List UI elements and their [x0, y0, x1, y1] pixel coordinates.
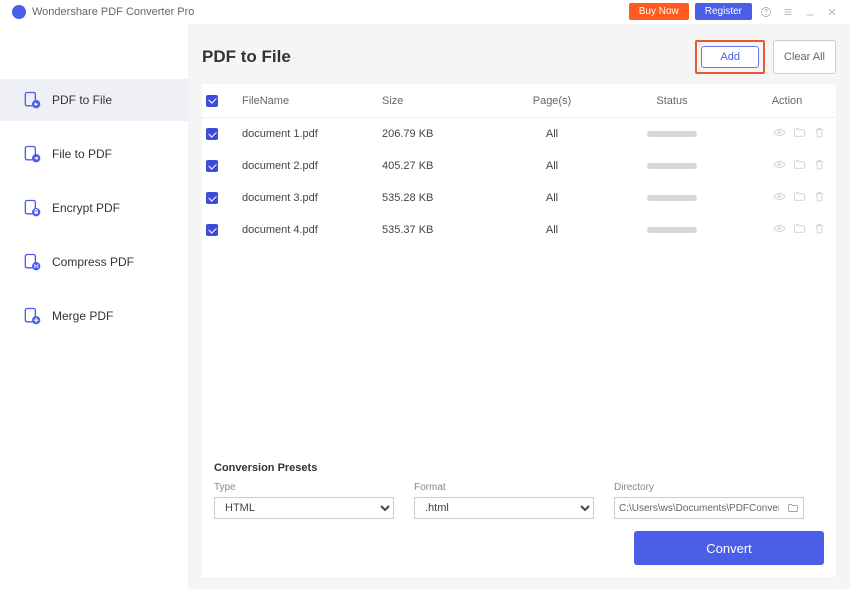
cell-status [602, 224, 742, 236]
sidebar-item-file-to-pdf[interactable]: File to PDF [0, 133, 188, 175]
sidebar-item-label: File to PDF [52, 147, 112, 161]
cell-actions [742, 190, 832, 206]
encrypt-pdf-icon [22, 198, 42, 218]
cell-size: 535.37 KB [382, 224, 502, 236]
cell-filename: document 2.pdf [242, 160, 382, 172]
type-label: Type [214, 482, 394, 493]
sidebar-item-label: Merge PDF [52, 309, 113, 323]
merge-pdf-icon [22, 306, 42, 326]
delete-icon[interactable] [813, 158, 826, 174]
sidebar-item-label: PDF to File [52, 93, 112, 107]
pdf-to-file-icon [22, 90, 42, 110]
add-highlight: Add [695, 40, 765, 74]
titlebar-controls: Buy Now Register [629, 3, 840, 20]
row-checkbox[interactable] [206, 192, 218, 204]
cell-status [602, 192, 742, 204]
table-row: document 1.pdf206.79 KBAll [202, 118, 836, 150]
open-folder-icon[interactable] [793, 222, 806, 238]
preview-icon[interactable] [773, 158, 786, 174]
sidebar-item-compress-pdf[interactable]: Compress PDF [0, 241, 188, 283]
sidebar-item-encrypt-pdf[interactable]: Encrypt PDF [0, 187, 188, 229]
browse-folder-icon[interactable] [783, 502, 803, 514]
menu-icon[interactable] [780, 4, 796, 20]
col-status: Status [602, 95, 742, 107]
row-checkbox[interactable] [206, 160, 218, 172]
cell-actions [742, 222, 832, 238]
row-checkbox[interactable] [206, 128, 218, 140]
sidebar-item-pdf-to-file[interactable]: PDF to File [0, 79, 188, 121]
col-action: Action [742, 95, 832, 107]
cell-size: 535.28 KB [382, 192, 502, 204]
register-button[interactable]: Register [695, 3, 752, 20]
file-to-pdf-icon [22, 144, 42, 164]
minimize-icon[interactable] [802, 4, 818, 20]
table-row: document 4.pdf535.37 KBAll [202, 214, 836, 246]
cell-pages: All [502, 192, 602, 204]
cell-size: 405.27 KB [382, 160, 502, 172]
app-logo-icon [12, 5, 26, 19]
cell-status [602, 128, 742, 140]
open-folder-icon[interactable] [793, 158, 806, 174]
cell-actions [742, 158, 832, 174]
row-checkbox[interactable] [206, 224, 218, 236]
table-row: document 3.pdf535.28 KBAll [202, 182, 836, 214]
cell-filename: document 3.pdf [242, 192, 382, 204]
sidebar-item-label: Compress PDF [52, 255, 134, 269]
cell-pages: All [502, 160, 602, 172]
col-filename: FileName [242, 95, 382, 107]
presets-title: Conversion Presets [214, 462, 824, 474]
clear-all-button[interactable]: Clear All [773, 40, 836, 74]
cell-pages: All [502, 128, 602, 140]
sidebar-item-label: Encrypt PDF [52, 201, 120, 215]
preview-icon[interactable] [773, 222, 786, 238]
compress-pdf-icon [22, 252, 42, 272]
buy-now-button[interactable]: Buy Now [629, 3, 689, 20]
cell-filename: document 1.pdf [242, 128, 382, 140]
sidebar-item-merge-pdf[interactable]: Merge PDF [0, 295, 188, 337]
select-all-checkbox[interactable] [206, 95, 218, 107]
delete-icon[interactable] [813, 222, 826, 238]
add-button[interactable]: Add [701, 46, 759, 68]
main-panel: PDF to File Add Clear All FileName Size … [188, 24, 850, 589]
cell-status [602, 160, 742, 172]
cell-actions [742, 126, 832, 142]
format-label: Format [414, 482, 594, 493]
open-folder-icon[interactable] [793, 126, 806, 142]
titlebar: Wondershare PDF Converter Pro Buy Now Re… [0, 0, 850, 24]
open-folder-icon[interactable] [793, 190, 806, 206]
table-row: document 2.pdf405.27 KBAll [202, 150, 836, 182]
format-select[interactable]: .html [414, 497, 594, 519]
convert-button[interactable]: Convert [634, 531, 824, 565]
conversion-presets: Conversion Presets Type HTML Format .htm… [202, 452, 836, 577]
directory-input[interactable] [615, 503, 783, 514]
delete-icon[interactable] [813, 126, 826, 142]
sidebar: PDF to File File to PDF Encrypt PDF Comp… [0, 24, 188, 589]
type-select[interactable]: HTML [214, 497, 394, 519]
table-header: FileName Size Page(s) Status Action [202, 84, 836, 118]
col-size: Size [382, 95, 502, 107]
app-title: Wondershare PDF Converter Pro [32, 6, 194, 18]
close-icon[interactable] [824, 4, 840, 20]
preview-icon[interactable] [773, 190, 786, 206]
file-table: FileName Size Page(s) Status Action docu… [202, 84, 836, 577]
preview-icon[interactable] [773, 126, 786, 142]
page-title: PDF to File [202, 47, 291, 67]
col-pages: Page(s) [502, 95, 602, 107]
help-icon[interactable] [758, 4, 774, 20]
cell-pages: All [502, 224, 602, 236]
directory-label: Directory [614, 482, 804, 493]
cell-filename: document 4.pdf [242, 224, 382, 236]
delete-icon[interactable] [813, 190, 826, 206]
cell-size: 206.79 KB [382, 128, 502, 140]
